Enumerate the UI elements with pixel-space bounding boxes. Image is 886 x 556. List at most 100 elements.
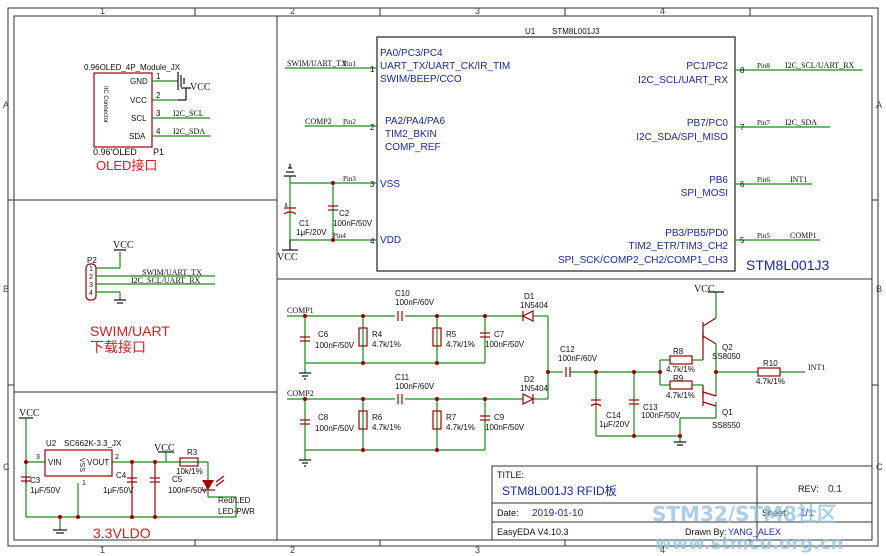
swim-section-subtitle: 下载接口: [90, 339, 146, 355]
r10-resistor: [757, 367, 781, 377]
c4-value: 1μF/50V: [103, 486, 134, 495]
u1-pin-number: 4: [370, 237, 375, 246]
c5-designator: C5: [172, 475, 183, 484]
u1-net-label: SWIM/UART_TX: [287, 59, 347, 68]
u1-pin-label: Pin7: [757, 119, 770, 127]
r4-value: 4.7k/1%: [372, 340, 401, 349]
c2-value: 100nF/50V: [333, 219, 373, 228]
r9-designator: R9: [673, 374, 684, 383]
r6-designator: R6: [372, 413, 383, 422]
swim-section: P2 VCC 1 2 3 4 SWIM/UART_TX I2C_SCL/UART…: [85, 240, 215, 355]
d1-diode: [521, 310, 534, 322]
r8-value: 4.7k/1%: [666, 365, 695, 374]
c3-value: 1μF/50V: [30, 486, 61, 495]
u1-net-label: INT1: [790, 175, 807, 184]
q2-designator: Q2: [722, 343, 733, 352]
u1-pin-function: SPI_SCK/COMP2_CH2/COMP1_CH3: [558, 255, 728, 266]
rev-label: REV:: [798, 484, 819, 494]
column-marker: 3: [475, 545, 480, 555]
u1-net-label: I2C_SCL/UART_RX: [785, 61, 855, 70]
oled-sda-net: I2C_SDA: [173, 127, 205, 136]
ldo-section-title: 3.3VLDO: [93, 525, 151, 541]
u1-pin-label: Pin3: [343, 175, 356, 183]
u1-pin-label: Pin5: [757, 232, 770, 240]
r6-value: 4.7k/1%: [372, 423, 401, 432]
comp1-net-label: COMP1: [287, 306, 314, 315]
swim-vcc-label: VCC: [113, 240, 134, 251]
c6-designator: C6: [318, 330, 329, 339]
mcu-section: U1 STM8L001J3 STM8L001J3 1 2 3 4 Pin1 Pi…: [277, 27, 862, 273]
c10-value: 100nF/60V: [395, 298, 435, 307]
d2-value: 1N5404: [520, 384, 549, 393]
oled-pin-number: 2: [156, 91, 161, 100]
u2-pin-name: VOUT: [87, 458, 109, 467]
swim-pin-number: 3: [89, 282, 93, 289]
u1-pin-function: I2C_SCL/UART_RX: [638, 75, 728, 86]
r7-designator: R7: [446, 413, 457, 422]
u1-pin-function: SPI_MOSI: [681, 188, 728, 199]
u1-pin-function: PC1/PC2: [686, 61, 728, 72]
oled-pin-number: 1: [156, 72, 161, 81]
column-marker: 2: [290, 6, 295, 16]
ldo-vcc2-label: VCC: [154, 443, 175, 454]
row-marker: C: [876, 462, 883, 472]
gnd-symbol: [284, 164, 296, 177]
oled-pin-name: SDA: [129, 132, 146, 141]
q1-value: SS8550: [712, 421, 741, 430]
column-marker: 2: [290, 545, 295, 555]
date-value: 2019-01-10: [532, 508, 584, 519]
date-label: Date:: [497, 508, 519, 518]
led-designator: Red/LED: [218, 496, 251, 505]
q1-transistor: [702, 385, 717, 407]
column-marker: 1: [100, 6, 105, 16]
oled-scl-net: I2C_SCL: [173, 109, 204, 118]
u1-vcc-symbol: [282, 240, 298, 251]
swim-pin-number: 2: [89, 274, 93, 281]
u1-pin-function: VSS: [380, 179, 400, 190]
c8-designator: C8: [318, 413, 329, 422]
c6-value: 100nF/50V: [315, 341, 355, 350]
u1-big-label: STM8L001J3: [746, 257, 829, 273]
rev-value: 0.1: [828, 484, 842, 495]
d2-designator: D2: [524, 375, 535, 384]
r3-designator: R3: [187, 448, 198, 457]
column-marker: 3: [475, 6, 480, 16]
r4-designator: R4: [372, 330, 383, 339]
oled-pin-name: GND: [130, 77, 148, 86]
u1-pin-label: Pin4: [333, 232, 346, 240]
r8-resistor: [669, 355, 693, 365]
oled-pin-number: 3: [156, 109, 161, 118]
u1-pin-function: COMP_REF: [385, 142, 441, 153]
row-marker: B: [876, 284, 882, 294]
u1-pin-function: PB3/PB5/PD0: [665, 228, 728, 239]
c2-designator: C2: [339, 209, 350, 218]
r8-designator: R8: [673, 347, 684, 356]
u1-pin-number: 8: [740, 66, 745, 75]
gnd-symbol: [53, 529, 67, 534]
gnd-symbol: [674, 441, 686, 446]
u1-pin-function: SWIM/BEEP/CCO: [380, 74, 462, 85]
u1-pin-label: Pin6: [757, 176, 770, 184]
ldo-section: VCC U2 SC662K-3.3_JX VIN VSS VOUT 3 1 2 …: [19, 408, 255, 541]
swim-section-title: SWIM/UART: [90, 323, 170, 339]
c10-designator: C10: [395, 289, 410, 298]
oled-pin-name: VCC: [130, 96, 147, 105]
u2-pin-name: VSS: [78, 458, 85, 472]
oled-section: 0.96OLED_4P_Module_JX IIC Connector GND …: [84, 63, 211, 173]
d1-designator: D1: [524, 292, 535, 301]
watermark-url: www.stmcu.org.cn: [655, 533, 843, 554]
c9-value: 100nF/50V: [485, 423, 525, 432]
u1-pin-function: PB6: [709, 175, 728, 186]
gnd-symbol: [299, 459, 311, 467]
oled-section-title: OLED接口: [96, 158, 157, 173]
q1-designator: Q1: [722, 408, 733, 417]
c13-value: 100nF/50V: [641, 411, 681, 420]
u2-designator: U2: [46, 439, 57, 448]
c1-designator: C1: [299, 219, 310, 228]
c3-designator: C3: [30, 476, 41, 485]
u2-pin-name: VIN: [48, 458, 62, 467]
row-marker: A: [876, 100, 882, 110]
u1-pin-number: 5: [740, 236, 745, 245]
c12-designator: C12: [560, 345, 575, 354]
q2-value: SS8050: [712, 352, 741, 361]
